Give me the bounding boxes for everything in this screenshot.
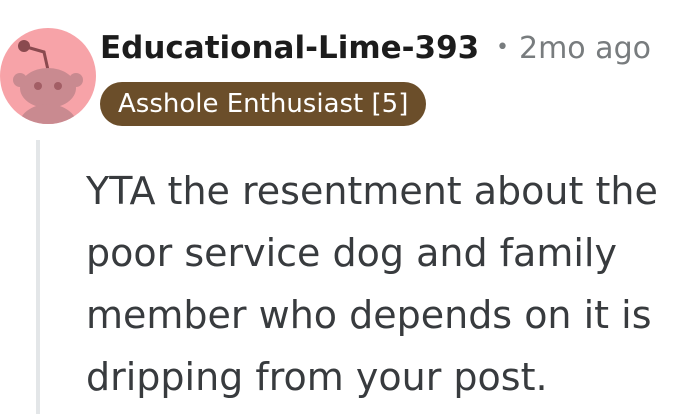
snoo-avatar-icon (13, 40, 83, 124)
comment-body: YTA the resentment about the poor servic… (86, 169, 658, 399)
avatar[interactable] (0, 28, 96, 124)
thread-line[interactable] (36, 140, 40, 414)
user-flair: Asshole Enthusiast [5] (100, 82, 427, 126)
comment-timestamp: 2mo ago (518, 31, 651, 66)
comment-meta: • 2mo ago (496, 26, 651, 71)
meta-separator: • (496, 35, 509, 60)
comment-author[interactable]: Educational-Lime-393 (100, 26, 479, 70)
